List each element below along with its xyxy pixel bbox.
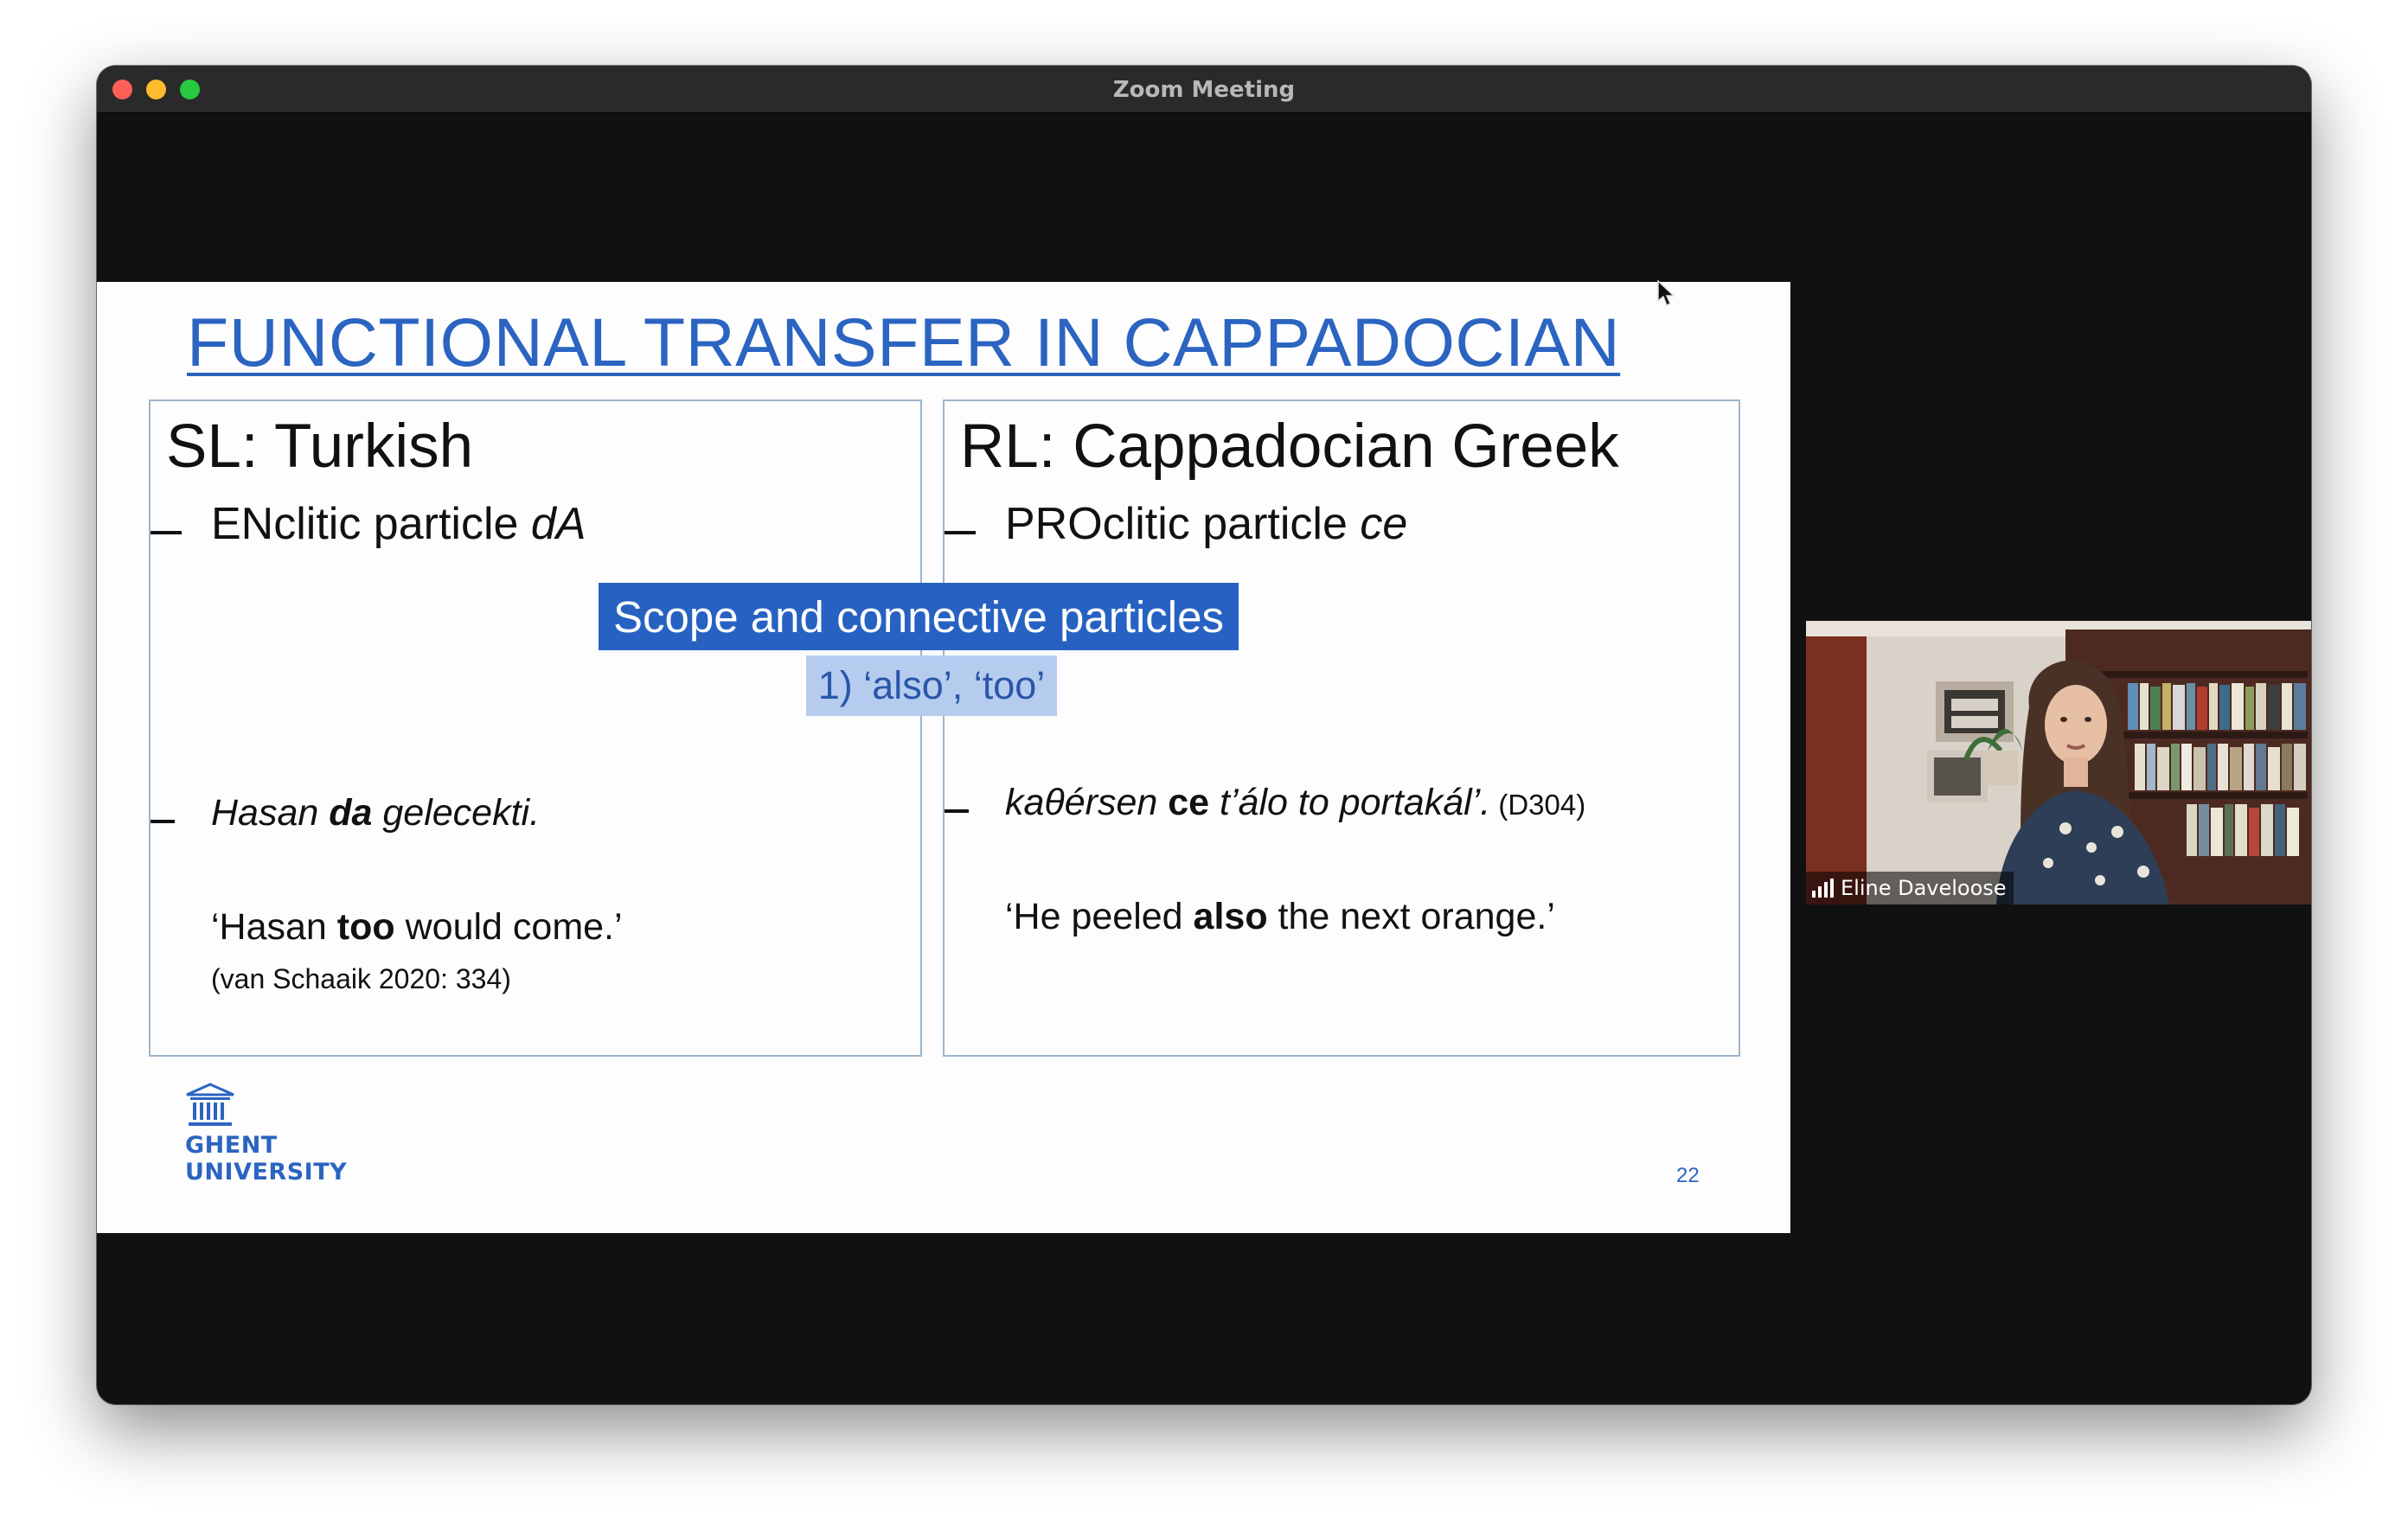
- left-example-bold: da: [329, 792, 373, 834]
- left-example-post: gelecekti.: [372, 792, 541, 834]
- right-example-ref: (D304): [1490, 789, 1586, 821]
- mouse-cursor-icon: [1657, 279, 1676, 312]
- left-translation-bold: too: [336, 906, 395, 948]
- participant-video-tile[interactable]: Eline Daveloose: [1806, 621, 2311, 904]
- left-example: Hasan da gelecekti.: [211, 792, 540, 834]
- right-translation-bold: also: [1193, 896, 1268, 937]
- right-example-pre: kaθérsen: [1005, 782, 1169, 823]
- zoom-window: Zoom Meeting FUNCTIONAL TRANSFER IN CAPP…: [97, 66, 2311, 1404]
- left-translation-pre: ‘Hasan: [211, 906, 337, 948]
- left-column: SL: Turkish ENclitic particle dA Hasan d…: [149, 399, 922, 1057]
- dash-icon: [150, 820, 175, 823]
- left-example-pre: Hasan: [211, 792, 330, 834]
- right-bullet-italic: ce: [1360, 499, 1408, 549]
- participant-video-feed: [1806, 621, 2311, 904]
- left-bullet-text: ENclitic particle: [211, 499, 531, 549]
- title-bar[interactable]: Zoom Meeting: [97, 66, 2311, 113]
- dash-icon: [945, 809, 969, 813]
- left-translation-post: would come.’: [394, 906, 623, 948]
- right-translation-post: the next orange.’: [1267, 896, 1555, 937]
- left-bullet-italic: dA: [530, 499, 586, 549]
- slide-title: FUNCTIONAL TRANSFER IN CAPPADOCIAN: [187, 304, 1621, 380]
- ghent-university-logo: GHENT UNIVERSITY: [185, 1083, 347, 1186]
- signal-strength-icon: [1812, 879, 1834, 898]
- logo-line-2: UNIVERSITY: [185, 1159, 348, 1186]
- right-bullet-text: PROclitic particle: [1005, 499, 1361, 549]
- right-heading: RL: Cappadocian Greek: [960, 412, 1619, 481]
- left-heading: SL: Turkish: [166, 412, 474, 481]
- slide-page-number: 22: [1676, 1164, 1700, 1187]
- left-translation: ‘Hasan too would come.’: [211, 906, 623, 949]
- right-example-bold: ce: [1168, 782, 1210, 823]
- right-column: RL: Cappadocian Greek PROclitic particle…: [943, 399, 1740, 1057]
- window-title: Zoom Meeting: [1112, 77, 1296, 103]
- scope-overlay-label: Scope and connective particles: [599, 583, 1239, 650]
- right-example: kaθérsen ce t’álo to portakál’. (D304): [1005, 782, 1585, 824]
- also-too-overlay-label: 1) ‘also’, ‘too’: [806, 655, 1057, 716]
- right-bullet: PROclitic particle ce: [1005, 498, 1407, 550]
- dash-icon: [150, 531, 182, 534]
- logo-line-1: GHENT: [185, 1132, 278, 1159]
- right-translation-pre: ‘He peeled: [1005, 896, 1194, 937]
- participant-name: Eline Daveloose: [1841, 876, 2007, 900]
- participant-name-label: Eline Daveloose: [1806, 872, 2014, 904]
- right-example-post: t’álo to portakál’.: [1209, 782, 1491, 823]
- left-citation: (van Schaaik 2020: 334): [211, 963, 511, 994]
- right-translation: ‘He peeled also the next orange.’: [1005, 896, 1555, 938]
- shared-screen-slide: FUNCTIONAL TRANSFER IN CAPPADOCIAN SL: T…: [97, 282, 1790, 1233]
- university-building-icon: [186, 1083, 234, 1126]
- dash-icon: [945, 531, 976, 534]
- left-bullet: ENclitic particle dA: [211, 498, 586, 550]
